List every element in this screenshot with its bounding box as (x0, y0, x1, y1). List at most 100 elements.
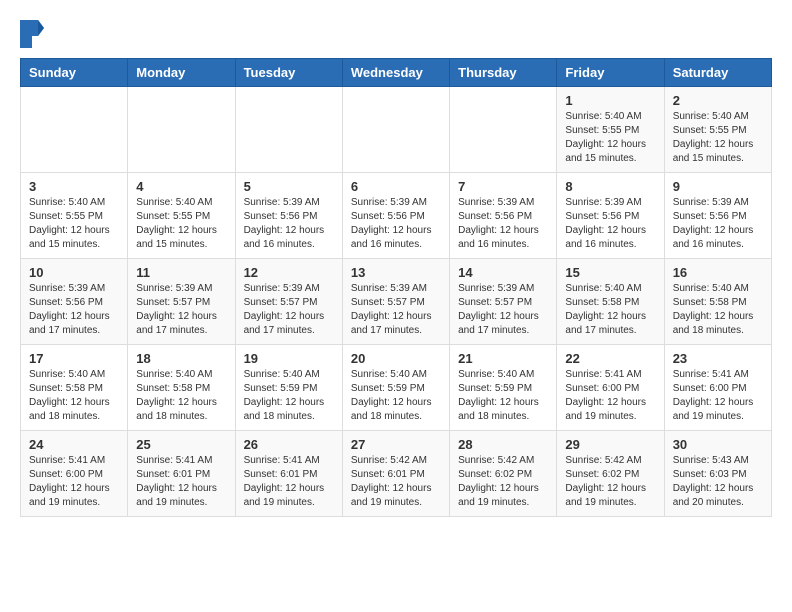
day-info: Sunrise: 5:41 AM Sunset: 6:00 PM Dayligh… (29, 454, 119, 510)
calendar-week-1: 1 Sunrise: 5:40 AM Sunset: 5:55 PM Daylig… (21, 87, 772, 173)
calendar-cell (128, 87, 235, 173)
day-number: 21 (458, 351, 548, 366)
day-number: 14 (458, 265, 548, 280)
day-number: 26 (244, 437, 334, 452)
day-info: Sunrise: 5:41 AM Sunset: 6:00 PM Dayligh… (565, 368, 655, 424)
calendar-cell: 19 Sunrise: 5:40 AM Sunset: 5:59 PM Dayli… (235, 345, 342, 431)
day-number: 16 (673, 265, 763, 280)
calendar-cell: 25 Sunrise: 5:41 AM Sunset: 6:01 PM Dayli… (128, 431, 235, 517)
weekday-header-thursday: Thursday (450, 59, 557, 87)
day-number: 18 (136, 351, 226, 366)
day-info: Sunrise: 5:40 AM Sunset: 5:59 PM Dayligh… (458, 368, 548, 424)
calendar-cell: 11Sunrise: 5:39 AM Sunset: 5:57 PM Dayli… (128, 259, 235, 345)
day-number: 22 (565, 351, 655, 366)
day-info: Sunrise: 5:39 AM Sunset: 5:56 PM Dayligh… (458, 196, 548, 252)
day-info: Sunrise: 5:39 AM Sunset: 5:57 PM Dayligh… (458, 282, 548, 338)
day-number: 12 (244, 265, 334, 280)
calendar-cell: 24 Sunrise: 5:41 AM Sunset: 6:00 PM Dayli… (21, 431, 128, 517)
calendar-cell: 27 Sunrise: 5:42 AM Sunset: 6:01 PM Dayli… (342, 431, 449, 517)
day-number: 6 (351, 179, 441, 194)
calendar-cell: 15Sunrise: 5:40 AM Sunset: 5:58 PM Dayli… (557, 259, 664, 345)
day-number: 5 (244, 179, 334, 194)
day-info: Sunrise: 5:39 AM Sunset: 5:56 PM Dayligh… (29, 282, 119, 338)
day-number: 25 (136, 437, 226, 452)
calendar-cell: 18 Sunrise: 5:40 AM Sunset: 5:58 PM Dayli… (128, 345, 235, 431)
day-info: Sunrise: 5:40 AM Sunset: 5:55 PM Dayligh… (136, 196, 226, 252)
calendar-cell: 6 Sunrise: 5:39 AM Sunset: 5:56 PM Daylig… (342, 173, 449, 259)
day-info: Sunrise: 5:40 AM Sunset: 5:55 PM Dayligh… (673, 110, 763, 166)
calendar-cell: 22 Sunrise: 5:41 AM Sunset: 6:00 PM Dayli… (557, 345, 664, 431)
calendar-cell: 17Sunrise: 5:40 AM Sunset: 5:58 PM Dayli… (21, 345, 128, 431)
day-info: Sunrise: 5:42 AM Sunset: 6:02 PM Dayligh… (458, 454, 548, 510)
day-info: Sunrise: 5:42 AM Sunset: 6:01 PM Dayligh… (351, 454, 441, 510)
calendar-cell: 8 Sunrise: 5:39 AM Sunset: 5:56 PM Daylig… (557, 173, 664, 259)
calendar-table: SundayMondayTuesdayWednesdayThursdayFrid… (20, 58, 772, 517)
day-number: 27 (351, 437, 441, 452)
calendar-cell: 30 Sunrise: 5:43 AM Sunset: 6:03 PM Dayli… (664, 431, 771, 517)
day-info: Sunrise: 5:40 AM Sunset: 5:58 PM Dayligh… (136, 368, 226, 424)
day-number: 20 (351, 351, 441, 366)
day-number: 1 (565, 93, 655, 108)
day-number: 2 (673, 93, 763, 108)
day-info: Sunrise: 5:39 AM Sunset: 5:57 PM Dayligh… (244, 282, 334, 338)
day-info: Sunrise: 5:39 AM Sunset: 5:57 PM Dayligh… (351, 282, 441, 338)
day-info: Sunrise: 5:40 AM Sunset: 5:55 PM Dayligh… (29, 196, 119, 252)
logo (20, 20, 48, 48)
calendar-cell: 9Sunrise: 5:39 AM Sunset: 5:56 PM Daylig… (664, 173, 771, 259)
day-info: Sunrise: 5:40 AM Sunset: 5:55 PM Dayligh… (565, 110, 655, 166)
day-number: 8 (565, 179, 655, 194)
day-number: 7 (458, 179, 548, 194)
calendar-cell: 1 Sunrise: 5:40 AM Sunset: 5:55 PM Daylig… (557, 87, 664, 173)
calendar-week-3: 10 Sunrise: 5:39 AM Sunset: 5:56 PM Dayli… (21, 259, 772, 345)
calendar-cell: 26 Sunrise: 5:41 AM Sunset: 6:01 PM Dayli… (235, 431, 342, 517)
day-info: Sunrise: 5:40 AM Sunset: 5:58 PM Dayligh… (565, 282, 655, 338)
calendar-cell: 14 Sunrise: 5:39 AM Sunset: 5:57 PM Dayli… (450, 259, 557, 345)
calendar-week-2: 3 Sunrise: 5:40 AM Sunset: 5:55 PM Daylig… (21, 173, 772, 259)
day-info: Sunrise: 5:42 AM Sunset: 6:02 PM Dayligh… (565, 454, 655, 510)
day-number: 3 (29, 179, 119, 194)
calendar-cell: 13 Sunrise: 5:39 AM Sunset: 5:57 PM Dayli… (342, 259, 449, 345)
day-number: 30 (673, 437, 763, 452)
day-info: Sunrise: 5:39 AM Sunset: 5:56 PM Dayligh… (244, 196, 334, 252)
day-number: 13 (351, 265, 441, 280)
calendar-cell: 5 Sunrise: 5:39 AM Sunset: 5:56 PM Daylig… (235, 173, 342, 259)
day-info: Sunrise: 5:40 AM Sunset: 5:59 PM Dayligh… (351, 368, 441, 424)
weekday-header-monday: Monday (128, 59, 235, 87)
day-number: 11 (136, 265, 226, 280)
calendar-cell (450, 87, 557, 173)
calendar-cell: 3 Sunrise: 5:40 AM Sunset: 5:55 PM Daylig… (21, 173, 128, 259)
day-info: Sunrise: 5:40 AM Sunset: 5:58 PM Dayligh… (673, 282, 763, 338)
weekday-header-friday: Friday (557, 59, 664, 87)
calendar-cell: 21 Sunrise: 5:40 AM Sunset: 5:59 PM Dayli… (450, 345, 557, 431)
day-number: 4 (136, 179, 226, 194)
day-info: Sunrise: 5:41 AM Sunset: 6:00 PM Dayligh… (673, 368, 763, 424)
page-header (20, 20, 772, 48)
calendar-week-5: 24 Sunrise: 5:41 AM Sunset: 6:00 PM Dayli… (21, 431, 772, 517)
day-number: 17 (29, 351, 119, 366)
day-info: Sunrise: 5:40 AM Sunset: 5:59 PM Dayligh… (244, 368, 334, 424)
calendar-cell: 4 Sunrise: 5:40 AM Sunset: 5:55 PM Daylig… (128, 173, 235, 259)
day-number: 10 (29, 265, 119, 280)
calendar-cell: 23 Sunrise: 5:41 AM Sunset: 6:00 PM Dayli… (664, 345, 771, 431)
day-info: Sunrise: 5:41 AM Sunset: 6:01 PM Dayligh… (136, 454, 226, 510)
day-info: Sunrise: 5:43 AM Sunset: 6:03 PM Dayligh… (673, 454, 763, 510)
calendar-week-4: 17 Sunrise: 5:40 AM Sunset: 5:58 PM Dayli… (21, 345, 772, 431)
calendar-cell (21, 87, 128, 173)
calendar-cell: 12 Sunrise: 5:39 AM Sunset: 5:57 PM Dayli… (235, 259, 342, 345)
day-number: 28 (458, 437, 548, 452)
weekday-header-wednesday: Wednesday (342, 59, 449, 87)
day-number: 23 (673, 351, 763, 366)
calendar-cell: 29 Sunrise: 5:42 AM Sunset: 6:02 PM Dayli… (557, 431, 664, 517)
logo-icon (20, 20, 44, 48)
day-info: Sunrise: 5:41 AM Sunset: 6:01 PM Dayligh… (244, 454, 334, 510)
day-number: 24 (29, 437, 119, 452)
day-info: Sunrise: 5:39 AM Sunset: 5:56 PM Dayligh… (351, 196, 441, 252)
day-number: 9 (673, 179, 763, 194)
day-number: 19 (244, 351, 334, 366)
calendar-cell: 2 Sunrise: 5:40 AM Sunset: 5:55 PM Daylig… (664, 87, 771, 173)
day-number: 29 (565, 437, 655, 452)
day-info: Sunrise: 5:39 AM Sunset: 5:56 PM Dayligh… (565, 196, 655, 252)
calendar-cell: 10 Sunrise: 5:39 AM Sunset: 5:56 PM Dayli… (21, 259, 128, 345)
weekday-header-tuesday: Tuesday (235, 59, 342, 87)
calendar-cell (342, 87, 449, 173)
